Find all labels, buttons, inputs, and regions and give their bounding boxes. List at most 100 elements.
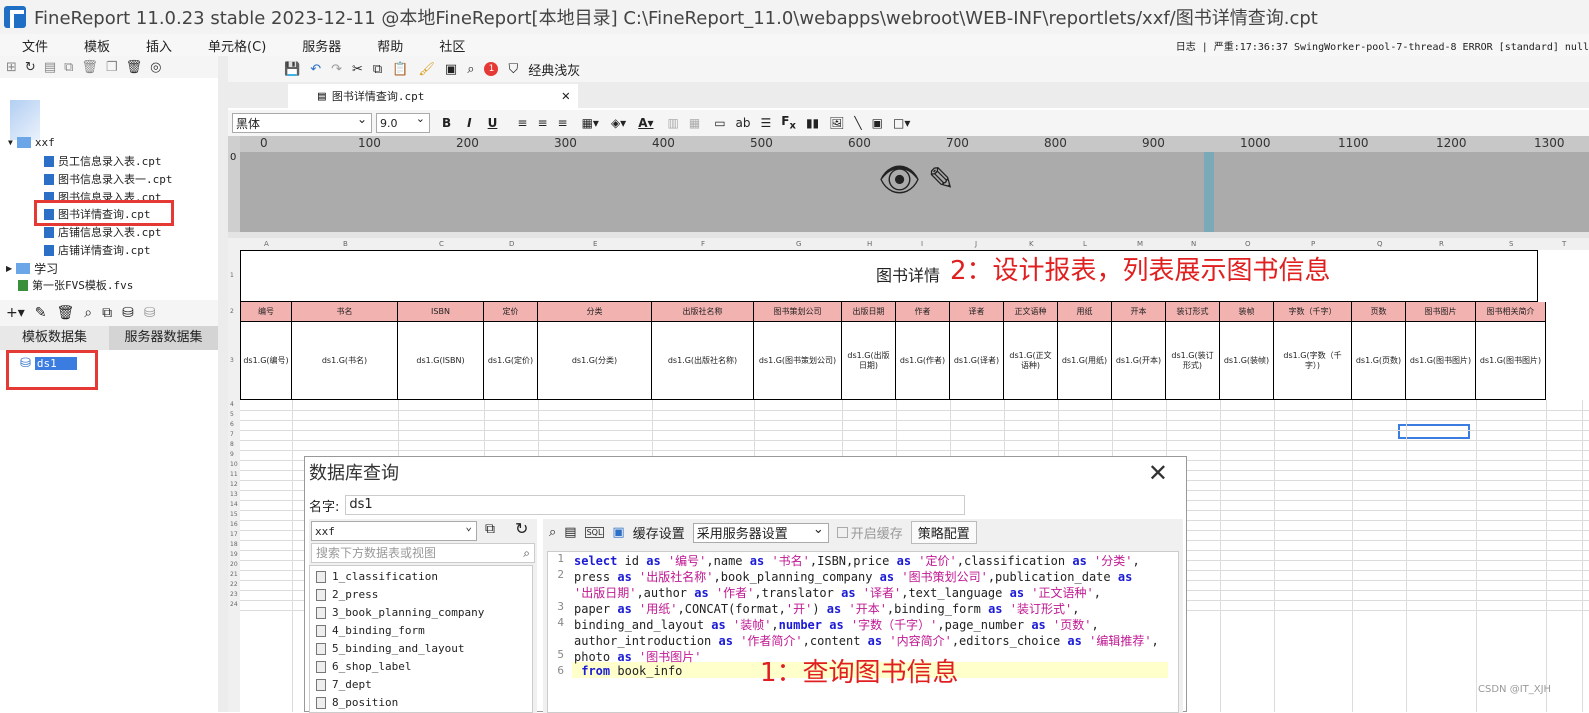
row-header[interactable]: 6 xyxy=(230,421,234,428)
preview-icon[interactable]: ⌕ xyxy=(467,62,474,77)
copy-icon[interactable]: ⧉ xyxy=(373,62,382,77)
column-title-cell[interactable]: 图书相关简介 xyxy=(1476,302,1546,322)
column-title-cell[interactable]: 出版日期 xyxy=(842,302,896,322)
menu-file[interactable]: 文件 xyxy=(0,36,62,55)
menu-cell[interactable]: 单元格(C) xyxy=(186,36,280,55)
row-header[interactable]: 2 xyxy=(230,308,234,315)
close-icon[interactable]: ✕ xyxy=(1148,459,1168,487)
format-painter-icon[interactable]: 🖌 xyxy=(418,62,435,77)
row-header[interactable]: 16 xyxy=(230,521,238,528)
cache-icon[interactable]: ▣ xyxy=(612,525,624,540)
frame-icon[interactable]: □▾ xyxy=(893,116,910,130)
data-cell[interactable]: ds1.G(用纸) xyxy=(1058,322,1112,400)
data-cell[interactable]: ds1.G(分类) xyxy=(538,322,652,400)
column-title-cell[interactable]: 图书图片 xyxy=(1406,302,1476,322)
row-header[interactable]: 10 xyxy=(230,461,238,468)
copy-icon[interactable]: ⧉ xyxy=(64,60,73,75)
row-header[interactable]: 12 xyxy=(230,481,238,488)
tree-file[interactable]: 店铺信息录入表.cpt xyxy=(44,224,162,240)
row-header[interactable]: 15 xyxy=(230,511,238,518)
column-header[interactable]: L xyxy=(1083,240,1087,248)
delete-icon[interactable]: 🗑 xyxy=(57,305,75,321)
row-header[interactable]: 23 xyxy=(230,591,238,598)
row-header[interactable]: 11 xyxy=(230,471,238,478)
enable-cache-checkbox[interactable]: 开启缓存 xyxy=(836,523,903,542)
delete-icon[interactable]: 🗑 xyxy=(81,60,98,75)
refresh-icon[interactable]: ↻ xyxy=(25,60,36,75)
column-title-cell[interactable]: ISBN xyxy=(398,302,484,322)
data-cell[interactable]: ds1.G(装订形式) xyxy=(1166,322,1220,400)
column-header[interactable]: F xyxy=(701,240,705,248)
theme-label[interactable]: 经典浅灰 xyxy=(528,60,580,79)
table-item[interactable]: 5_binding_and_layout xyxy=(316,642,464,655)
collapse-icon[interactable]: ▶ xyxy=(6,264,12,273)
data-cell[interactable]: ds1.G(书名) xyxy=(292,322,398,400)
formula-icon[interactable]: Fx xyxy=(781,114,796,131)
data-cell[interactable]: ds1.G(作者) xyxy=(896,322,950,400)
column-header[interactable]: K xyxy=(1029,240,1034,248)
new-folder-icon[interactable]: ⊞ xyxy=(6,60,17,75)
column-title-cell[interactable]: 出版社名称 xyxy=(652,302,754,322)
edit-pencil-icon[interactable]: ✎ xyxy=(928,160,955,198)
table-item[interactable]: 2_press xyxy=(316,588,378,601)
data-cell[interactable]: ds1.G(装帧) xyxy=(1220,322,1274,400)
tab-server-dataset[interactable]: 服务器数据集 xyxy=(109,326,218,350)
tab-book-detail[interactable]: ▤ 图书详情查询.cpt ✕ xyxy=(288,84,578,108)
column-title-cell[interactable]: 开本 xyxy=(1112,302,1166,322)
row-header[interactable]: 5 xyxy=(230,411,234,418)
connection-select[interactable]: xxf xyxy=(311,520,477,541)
add-dataset-icon[interactable]: +▾ xyxy=(6,305,25,321)
tree-file[interactable]: 图书信息录入表一.cpt xyxy=(44,171,173,187)
table-item[interactable]: 1_classification xyxy=(316,570,438,583)
data-cell[interactable]: ds1.G(ISBN) xyxy=(398,322,484,400)
cut-icon[interactable]: ✂ xyxy=(352,62,363,77)
column-header[interactable]: S xyxy=(1509,240,1513,248)
tree-folder-study[interactable]: ▶ 学习 xyxy=(6,260,58,277)
border-icon[interactable]: ▦▾ xyxy=(582,116,599,130)
open-icon[interactable]: ▤ xyxy=(44,60,56,75)
column-header[interactable]: A xyxy=(264,240,269,248)
db-settings-icon[interactable]: ⛁ xyxy=(144,305,156,321)
row-header[interactable]: 4 xyxy=(230,401,234,408)
edit-connection-icon[interactable]: ⧉ xyxy=(485,521,495,537)
table-search-input[interactable]: 搜索下方数据表或视图 ⌕ xyxy=(311,543,535,563)
menu-help[interactable]: 帮助 xyxy=(355,36,417,55)
column-title-cell[interactable]: 编号 xyxy=(240,302,292,322)
expand-icon[interactable]: ▼ xyxy=(8,138,13,147)
data-cell[interactable]: ds1.G(定价) xyxy=(484,322,538,400)
refresh-icon[interactable]: ↻ xyxy=(515,519,528,538)
db-icon[interactable]: ⛁ xyxy=(122,305,134,321)
chart-icon[interactable]: ▮▮ xyxy=(806,116,819,130)
row-header[interactable]: 19 xyxy=(230,551,238,558)
row-header[interactable]: 21 xyxy=(230,571,238,578)
data-cell[interactable]: ds1.G(正文语种) xyxy=(1004,322,1058,400)
remove-icon[interactable]: 🗑 xyxy=(126,60,143,75)
row-header[interactable]: 22 xyxy=(230,581,238,588)
column-header[interactable]: I xyxy=(921,240,923,248)
column-header[interactable]: C xyxy=(439,240,444,248)
undo-icon[interactable]: ↶ xyxy=(310,62,321,77)
name-input[interactable]: ds1 xyxy=(345,495,966,515)
data-cell[interactable]: ds1.G(图书策划公司) xyxy=(754,322,842,400)
tree-file[interactable]: 店铺详情查询.cpt xyxy=(44,242,151,258)
column-header[interactable]: D xyxy=(509,240,514,248)
locate-icon[interactable]: ◎ xyxy=(150,60,161,75)
row-header[interactable]: 13 xyxy=(230,491,238,498)
column-title-cell[interactable]: 定价 xyxy=(484,302,538,322)
save-icon[interactable]: 💾 xyxy=(284,62,300,77)
column-header[interactable]: E xyxy=(593,240,597,248)
row-header[interactable]: 14 xyxy=(230,501,238,508)
column-header[interactable]: B xyxy=(343,240,348,248)
selected-cell[interactable] xyxy=(1398,424,1470,439)
log-status[interactable]: 日志 | 严重:17:36:37 SwingWorker-pool-7-thre… xyxy=(1176,38,1589,53)
table-item[interactable]: 4_binding_form xyxy=(316,624,425,637)
column-header[interactable]: M xyxy=(1137,240,1143,248)
template-params-icon[interactable]: ▣ xyxy=(445,62,457,77)
insert-text-icon[interactable]: ▭ xyxy=(714,116,725,130)
notification-badge[interactable]: 1 xyxy=(484,62,499,76)
underline-icon[interactable]: U xyxy=(488,116,498,130)
menu-template[interactable]: 模板 xyxy=(62,36,124,55)
row-header[interactable]: 3 xyxy=(230,357,234,364)
data-cell[interactable]: ds1.G(页数) xyxy=(1352,322,1406,400)
tree-fvs-file[interactable]: 第一张FVS模板.fvs xyxy=(18,277,133,293)
